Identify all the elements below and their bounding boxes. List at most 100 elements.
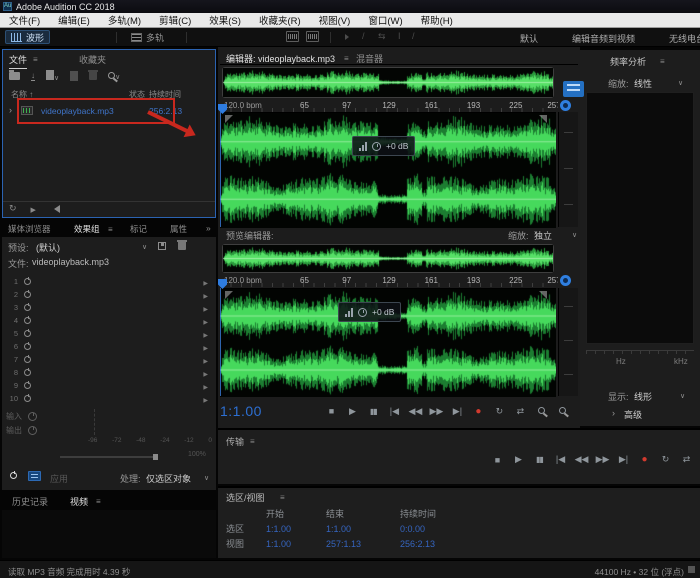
zoom-out-button[interactable] xyxy=(555,406,570,416)
move-tool-icon[interactable] xyxy=(345,34,349,40)
speaker-icon[interactable] xyxy=(50,205,60,213)
advanced-expander-icon[interactable]: › xyxy=(612,408,615,418)
loop-button[interactable]: ↻ xyxy=(492,406,507,417)
timeline-ruler[interactable]: 120.0 bpm 6597129161193225257 xyxy=(220,99,558,112)
chevron-down-icon[interactable] xyxy=(678,77,683,87)
power-icon[interactable] xyxy=(24,356,31,363)
overview-waveform[interactable] xyxy=(222,67,554,98)
tab-files[interactable]: 文件 xyxy=(9,53,27,69)
knob-icon[interactable] xyxy=(28,412,37,421)
skip-to-end-button[interactable]: ▶| xyxy=(450,406,465,417)
panel-menu-icon[interactable] xyxy=(108,224,113,234)
search-icon[interactable] xyxy=(108,71,120,81)
skip-to-end-button[interactable]: ▶| xyxy=(616,454,631,465)
preview-timeline-ruler[interactable]: 120.0 bpm 6597129161193225257 xyxy=(220,274,558,287)
record-button[interactable]: ● xyxy=(471,406,486,417)
panel-menu-icon[interactable] xyxy=(660,56,665,66)
loop-playback-icon[interactable] xyxy=(9,203,17,214)
rewind-button[interactable]: ◀◀ xyxy=(574,454,589,465)
effect-slot[interactable]: 10 xyxy=(2,392,216,405)
zoom-in-button[interactable] xyxy=(534,406,549,416)
slot-arrow-icon[interactable] xyxy=(203,394,208,404)
tab-mixer[interactable]: 混音器 xyxy=(356,52,383,65)
advanced-label[interactable]: 高级 xyxy=(624,408,642,421)
stop-button[interactable]: ■ xyxy=(324,406,339,416)
tab-video[interactable]: 视频 xyxy=(70,495,88,511)
effect-slot[interactable]: 5 xyxy=(2,327,216,340)
effect-slot[interactable]: 8 xyxy=(2,366,216,379)
chevron-down-icon[interactable] xyxy=(572,229,577,239)
pause-button[interactable]: ▮▮ xyxy=(366,407,381,416)
process-value[interactable]: 仅选区对象 xyxy=(146,472,191,485)
freq-scale-value[interactable]: 线性 xyxy=(634,77,652,90)
mix-slider[interactable] xyxy=(60,456,154,458)
play-button[interactable]: ▶ xyxy=(345,406,360,417)
selection-handle-right[interactable] xyxy=(539,115,547,123)
volume-hud[interactable]: +0 dB xyxy=(352,136,415,156)
slot-arrow-icon[interactable] xyxy=(203,290,208,300)
delete-preset-icon[interactable] xyxy=(178,242,186,250)
selection-handle-left[interactable] xyxy=(225,115,233,123)
slot-arrow-icon[interactable] xyxy=(203,277,208,287)
menu-item[interactable]: 文件(F) xyxy=(0,13,49,27)
razor-tool-icon[interactable]: / xyxy=(362,31,365,41)
skip-to-start-button[interactable]: |◀ xyxy=(553,454,568,465)
tab-favorites[interactable]: 收藏夹 xyxy=(79,53,106,66)
tab-effects-rack[interactable]: 效果组 xyxy=(74,223,100,238)
power-icon[interactable] xyxy=(24,330,31,337)
fast-forward-button[interactable]: ▶▶ xyxy=(595,454,610,465)
power-icon[interactable] xyxy=(24,395,31,402)
power-icon[interactable] xyxy=(24,317,31,324)
open-file-icon[interactable] xyxy=(9,72,20,80)
chevron-down-icon[interactable] xyxy=(142,241,147,251)
skip-selection-button[interactable]: ⇄ xyxy=(513,406,528,417)
rack-routing-icon[interactable] xyxy=(28,471,41,481)
knob-icon[interactable] xyxy=(28,426,37,435)
panel-menu-icon[interactable] xyxy=(96,496,101,506)
effect-slot[interactable]: 9 xyxy=(2,379,216,392)
effect-slot[interactable]: 1 xyxy=(2,275,216,288)
marquee-tool-icon[interactable]: / xyxy=(412,31,415,41)
power-icon[interactable] xyxy=(24,382,31,389)
panel-menu-icon[interactable] xyxy=(250,436,255,446)
power-icon[interactable] xyxy=(24,369,31,376)
tab-history[interactable]: 历史记录 xyxy=(12,495,48,508)
effect-slot[interactable]: 3 xyxy=(2,301,216,314)
menu-item[interactable]: 视图(V) xyxy=(310,13,360,27)
rewind-button[interactable]: ◀◀ xyxy=(408,406,423,417)
slot-arrow-icon[interactable] xyxy=(203,381,208,391)
power-icon[interactable] xyxy=(24,343,31,350)
insert-multitrack-icon[interactable] xyxy=(70,71,78,81)
panel-menu-icon[interactable] xyxy=(33,54,38,64)
menu-item[interactable]: 帮助(H) xyxy=(412,13,462,27)
time-selection-tool-icon[interactable]: I xyxy=(398,31,401,41)
panel-menu-icon[interactable] xyxy=(280,492,285,502)
slip-tool-icon[interactable]: ⇆ xyxy=(378,31,386,42)
main-waveform[interactable] xyxy=(220,112,556,227)
chevron-down-icon[interactable] xyxy=(680,390,685,400)
freq-display-value[interactable]: 线形 xyxy=(634,390,652,403)
volume-hud[interactable]: +0 dB xyxy=(338,302,401,322)
effect-slot[interactable]: 2 xyxy=(2,288,216,301)
preset-value[interactable]: (默认) xyxy=(36,241,60,254)
selection-handle-right[interactable] xyxy=(539,291,547,299)
loop-button[interactable]: ↻ xyxy=(658,454,673,465)
show-waveform-icon[interactable] xyxy=(286,31,299,42)
panel-menu-icon[interactable] xyxy=(344,53,349,63)
tab-markers[interactable]: 标记 xyxy=(130,223,147,235)
slot-arrow-icon[interactable] xyxy=(203,355,208,365)
rack-power-icon[interactable] xyxy=(10,472,17,479)
hud-db-value[interactable]: +0 dB xyxy=(372,307,394,317)
power-icon[interactable] xyxy=(24,291,31,298)
more-tabs-icon[interactable]: » xyxy=(206,223,211,233)
play-button[interactable]: ▶ xyxy=(511,454,526,465)
power-icon[interactable] xyxy=(24,278,31,285)
fast-forward-button[interactable]: ▶▶ xyxy=(429,406,444,417)
effect-slot[interactable]: 6 xyxy=(2,340,216,353)
tab-editor[interactable]: 编辑器: videoplayback.mp3 xyxy=(226,52,335,68)
import-file-icon[interactable] xyxy=(31,72,35,81)
menu-item[interactable]: 编辑(E) xyxy=(49,13,99,27)
workspace-button[interactable]: 编辑音频到视频 xyxy=(572,32,635,45)
freq-panel-meter-icon[interactable] xyxy=(563,81,584,97)
menu-item[interactable]: 效果(S) xyxy=(200,13,250,27)
